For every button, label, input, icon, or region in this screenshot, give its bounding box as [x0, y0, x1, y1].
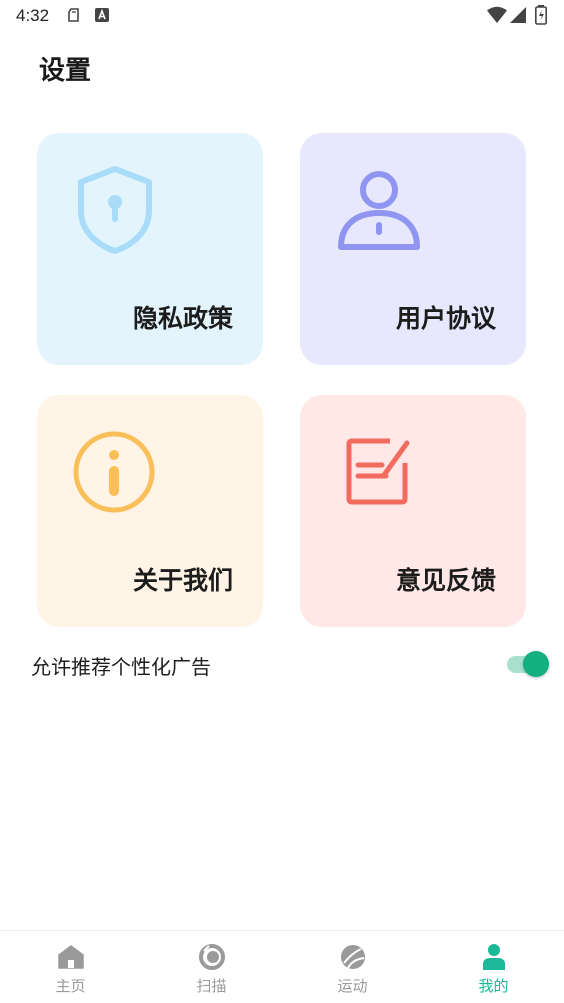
sport-ball-icon — [339, 943, 367, 971]
nav-label-home: 主页 — [55, 977, 86, 995]
privacy-policy-card[interactable]: 隐私政策 — [37, 133, 263, 365]
feedback-card[interactable]: 意见反馈 — [300, 395, 526, 627]
personalized-ads-row: 允许推荐个性化广告 — [0, 640, 564, 688]
shield-icon — [75, 165, 155, 259]
nav-label-mine: 我的 — [478, 977, 509, 995]
status-bar: 4:32 — [0, 0, 564, 32]
signal-icon — [510, 7, 526, 27]
a-badge-icon — [94, 7, 110, 27]
home-icon — [57, 943, 85, 971]
nav-item-scan[interactable]: 扫描 — [141, 931, 282, 1003]
nav-label-scan: 扫描 — [196, 977, 227, 995]
toggle-thumb — [523, 651, 549, 677]
feedback-label: 意见反馈 — [395, 566, 496, 595]
sd-card-icon — [66, 7, 82, 27]
personalized-ads-label: 允许推荐个性化广告 — [31, 655, 211, 679]
privacy-policy-label: 隐私政策 — [132, 304, 233, 333]
personalized-ads-toggle[interactable] — [505, 651, 549, 677]
page-title: 设置 — [39, 56, 92, 86]
nav-label-sport: 运动 — [337, 977, 368, 995]
battery-icon — [535, 5, 547, 29]
nav-item-mine[interactable]: 我的 — [423, 931, 564, 1003]
about-us-label: 关于我们 — [132, 566, 233, 595]
user-agreement-label: 用户协议 — [395, 304, 496, 333]
bottom-nav: 主页 扫描 运动 我的 — [0, 930, 564, 1003]
profile-icon — [480, 943, 508, 971]
info-icon — [71, 429, 157, 519]
nav-item-home[interactable]: 主页 — [0, 931, 141, 1003]
user-icon — [336, 169, 420, 257]
about-us-card[interactable]: 关于我们 — [37, 395, 263, 627]
wifi-icon — [487, 6, 507, 28]
edit-icon — [344, 435, 414, 511]
user-agreement-card[interactable]: 用户协议 — [300, 133, 526, 365]
status-time: 4:32 — [16, 6, 50, 25]
scan-icon — [198, 943, 226, 971]
nav-item-sport[interactable]: 运动 — [282, 931, 423, 1003]
